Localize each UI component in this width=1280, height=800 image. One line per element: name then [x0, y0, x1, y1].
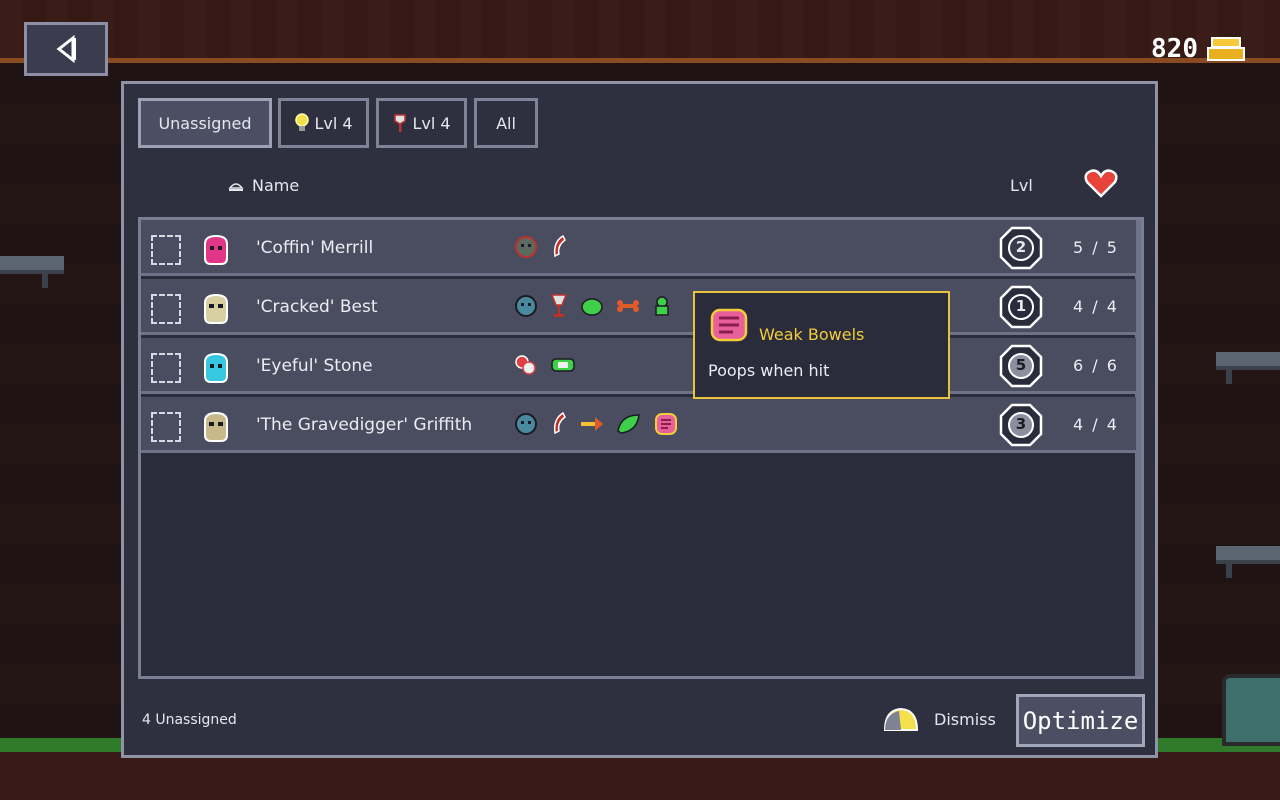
character-name: 'Cracked' Best [256, 297, 378, 317]
back-button[interactable] [24, 22, 108, 76]
bowels-icon [710, 308, 748, 342]
level-badge: 2 [999, 226, 1043, 270]
trait-list [513, 293, 673, 319]
character-avatar [204, 234, 228, 265]
tooltip-title: Weak Bowels [759, 325, 865, 344]
tab-label: All [496, 113, 516, 133]
tab-label: Lvl 4 [314, 113, 353, 133]
shovel-icon [394, 114, 407, 132]
gold-counter: 820 [1151, 34, 1246, 64]
bowels-icon[interactable] [653, 411, 679, 437]
zombie-icon[interactable] [513, 293, 539, 319]
select-checkbox[interactable] [151, 294, 181, 324]
tab-label: Lvl 4 [412, 113, 451, 133]
lightbulb-icon [295, 113, 310, 131]
goblet-icon[interactable] [549, 293, 569, 319]
tombstone-block [1222, 674, 1280, 746]
bandage-icon[interactable] [549, 352, 577, 378]
level-column-header[interactable]: Lvl [1010, 176, 1033, 195]
tab-unassigned[interactable]: Unassigned [138, 98, 272, 148]
stone-ledge [0, 256, 64, 288]
character-list: 'Coffin' Merrill 2 5 / 5 'Cracked' Best [138, 217, 1144, 679]
roster-panel: Unassigned Lvl 4 Lvl 4 All Name Lvl 'Cof… [121, 81, 1158, 758]
level-badge: 1 [999, 285, 1043, 329]
dog-bone-icon[interactable] [615, 293, 641, 319]
character-name: 'The Gravedigger' Griffith [256, 415, 473, 435]
stone-ledge [1216, 546, 1280, 578]
zombie-icon[interactable] [513, 411, 539, 437]
meat-icon[interactable] [513, 352, 539, 378]
list-item[interactable]: 'The Gravedigger' Griffith 3 4 / 4 [141, 397, 1136, 453]
health-value: 6 / 6 [1073, 356, 1119, 375]
leaf-icon[interactable] [615, 411, 643, 437]
character-name: 'Eyeful' Stone [256, 356, 373, 376]
tooltip-description: Poops when hit [708, 361, 830, 380]
slime-icon[interactable] [579, 293, 605, 319]
sort-icon [228, 182, 244, 191]
level-header-label: Lvl [1010, 176, 1033, 195]
quill-icon[interactable] [549, 411, 569, 437]
tab-lightbulb-level[interactable]: Lvl 4 [278, 98, 369, 148]
dismiss-button[interactable]: Dismiss [882, 706, 996, 732]
health-value: 5 / 5 [1073, 238, 1119, 257]
level-badge: 3 [999, 403, 1043, 447]
trait-list [513, 234, 569, 260]
frog-icon[interactable] [651, 293, 673, 319]
character-avatar [204, 352, 228, 383]
list-item[interactable]: 'Coffin' Merrill 2 5 / 5 [141, 220, 1136, 276]
trait-tooltip: Weak Bowels Poops when hit [693, 291, 950, 399]
dismiss-icon [883, 707, 919, 731]
back-arrow-icon [56, 35, 76, 63]
optimize-label: Optimize [1022, 706, 1139, 735]
trait-list [513, 352, 577, 378]
level-value: 2 [1015, 238, 1027, 256]
stone-ledge [1216, 352, 1280, 384]
name-column-header[interactable]: Name [228, 176, 299, 195]
gold-value: 820 [1151, 34, 1198, 64]
tab-all[interactable]: All [474, 98, 538, 148]
select-checkbox[interactable] [151, 235, 181, 265]
gold-bars-icon [1207, 37, 1245, 61]
heart-icon [1084, 169, 1118, 198]
trait-list [513, 411, 679, 437]
background-ceiling [0, 0, 1280, 62]
unassigned-count: 4 Unassigned [142, 712, 237, 728]
character-name: 'Coffin' Merrill [256, 238, 374, 258]
name-header-label: Name [252, 176, 300, 195]
level-value: 3 [1015, 415, 1027, 433]
background-ground [0, 752, 1280, 800]
dismiss-label: Dismiss [934, 709, 996, 729]
select-checkbox[interactable] [151, 412, 181, 442]
optimize-button[interactable]: Optimize [1016, 694, 1145, 747]
list-item[interactable]: 'Eyeful' Stone 5 6 / 6 [141, 338, 1136, 394]
character-avatar [204, 411, 228, 442]
quill-icon[interactable] [549, 234, 569, 260]
tab-label: Unassigned [158, 113, 252, 133]
list-item[interactable]: 'Cracked' Best 1 4 / 4 [141, 279, 1136, 335]
zombie-icon[interactable] [513, 234, 539, 260]
level-badge: 5 [999, 344, 1043, 388]
level-value: 1 [1015, 297, 1027, 315]
level-value: 5 [1015, 356, 1027, 374]
tab-shovel-level[interactable]: Lvl 4 [376, 98, 467, 148]
arrow-icon[interactable] [579, 411, 605, 437]
health-column-header[interactable] [1084, 168, 1118, 198]
health-value: 4 / 4 [1073, 297, 1119, 316]
health-value: 4 / 4 [1073, 415, 1119, 434]
character-avatar [204, 293, 228, 324]
select-checkbox[interactable] [151, 353, 181, 383]
